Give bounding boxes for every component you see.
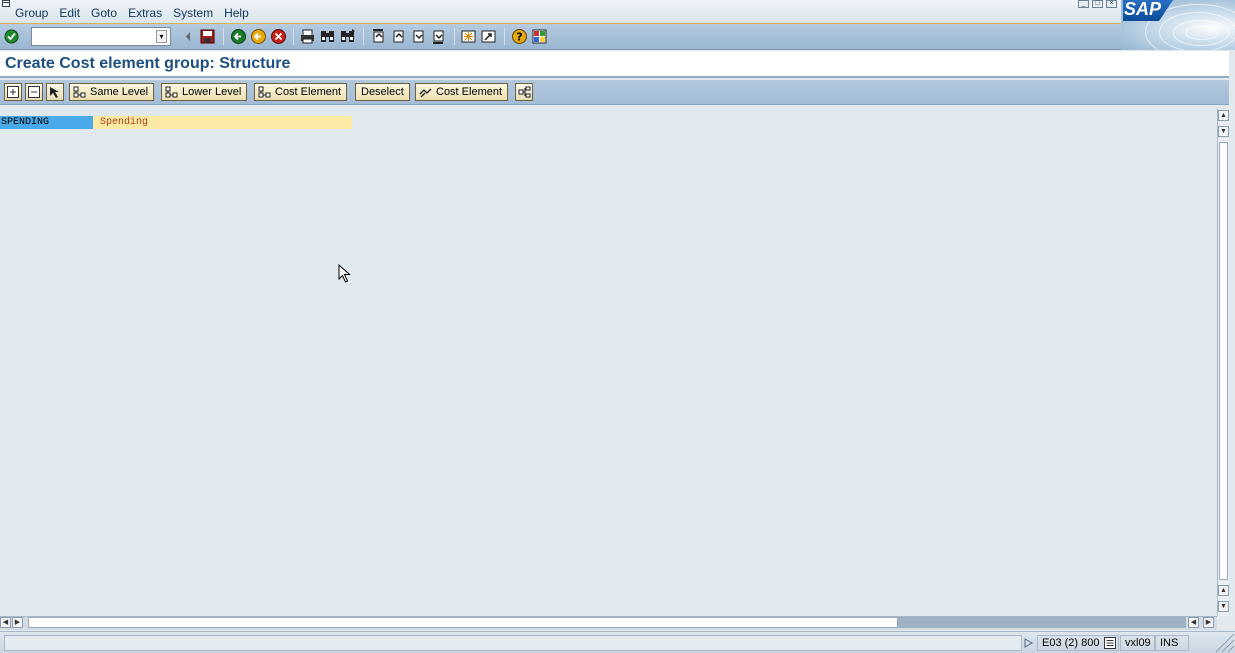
save-icon[interactable] [199,28,216,45]
scroll-down-icon[interactable]: ▼ [1218,601,1229,612]
menu-system[interactable]: System [173,6,213,20]
print-icon[interactable] [299,28,316,45]
help-icon[interactable]: ? [511,28,528,45]
menu-extras[interactable]: Extras [128,6,162,20]
page-title: Create Cost element group: Structure [5,55,291,72]
status-expand-icon[interactable] [1024,638,1033,648]
application-toolbar: Same Level Lower Level Cost Element Dese… [0,80,1229,105]
back-arrow-icon[interactable] [180,28,197,45]
status-bar: E03 (2) 800 vxl09 INS [0,631,1235,653]
system-toolbar: ▾ ? [0,24,1121,50]
find-icon[interactable] [319,28,336,45]
cancel-icon[interactable] [270,28,287,45]
scroll-right-icon[interactable]: ▶ [1203,617,1214,628]
customize-layout-icon[interactable] [531,28,548,45]
hierarchy-icon [73,86,86,98]
title-bar: Create Cost element group: Structure [0,51,1229,78]
scroll-page-up-icon[interactable]: ▲ [1218,585,1229,596]
command-history-icon[interactable]: ▾ [156,30,167,43]
svg-text:?: ? [516,31,522,44]
lower-level-button[interactable]: Lower Level [161,83,248,101]
minimize-icon[interactable]: _ [1078,0,1089,8]
first-page-icon[interactable] [370,28,387,45]
expand-subtree-button[interactable] [4,83,22,101]
vertical-scroll-thumb[interactable] [1219,142,1228,580]
scroll-page-left-icon[interactable]: ◀ [1188,617,1199,628]
cost-element-reassign-label: Cost Element [436,86,503,98]
horizontal-scroll-track[interactable] [898,617,1186,628]
toolbar-separator [504,28,505,45]
status-message-area [4,635,1022,651]
toolbar-separator [293,28,294,45]
new-session-icon[interactable] [460,28,477,45]
mouse-cursor-icon [338,264,351,283]
toolbar-separator [363,28,364,45]
menu-list: Group Edit Goto Extras System Help [15,6,260,20]
cost-element-reassign-button[interactable]: Cost Element [415,83,509,101]
scroll-page-right-icon[interactable]: ▶ [12,617,23,628]
select-button[interactable] [46,83,64,101]
hierarchy-icon [165,86,178,98]
menu-goto[interactable]: Goto [91,6,117,20]
hierarchy-icon [258,86,271,98]
last-page-icon[interactable] [430,28,447,45]
same-level-label: Same Level [90,86,149,98]
menu-group[interactable]: Group [15,6,48,20]
structure-icon [518,86,530,98]
structure-button[interactable] [515,83,533,101]
deselect-label: Deselect [361,86,404,98]
system-info-list-icon[interactable] [1104,637,1116,649]
expand-icon [7,86,19,98]
lower-level-label: Lower Level [182,86,242,98]
menu-help[interactable]: Help [224,6,249,20]
collapse-icon [28,86,40,98]
scroll-page-down-icon[interactable]: ▼ [1218,126,1229,137]
toolbar-separator [454,28,455,45]
exit-icon[interactable] [250,28,267,45]
shortcut-icon[interactable] [480,28,497,45]
menu-edit[interactable]: Edit [59,6,80,20]
insert-mode-text: INS [1160,637,1179,649]
sap-logo: SAP [1121,0,1235,50]
deselect-button[interactable]: Deselect [355,83,410,101]
enter-icon[interactable] [4,29,19,44]
collapse-subtree-button[interactable] [25,83,43,101]
horizontal-scroll-thumb[interactable] [28,617,898,628]
server-text: vxl09 [1125,637,1151,649]
tree-node-key[interactable]: SPENDING [0,116,93,129]
close-icon[interactable]: × [1106,0,1117,8]
select-cursor-icon [49,86,59,98]
structure-work-area [0,106,1217,616]
previous-page-icon[interactable] [390,28,407,45]
resize-grip-icon[interactable] [1208,632,1235,653]
server-field: vxl09 [1120,635,1155,651]
next-page-icon[interactable] [410,28,427,45]
system-info-text: E03 (2) 800 [1042,637,1100,649]
window-controls: _ □ × [1078,0,1117,8]
scroll-up-icon[interactable]: ▲ [1218,110,1229,121]
cost-element-label: Cost Element [275,86,342,98]
back-nav-icon[interactable] [230,28,247,45]
tree-node-description[interactable]: Spending [93,116,352,129]
find-next-icon[interactable] [339,28,356,45]
reassign-icon [419,88,432,98]
same-level-button[interactable]: Same Level [69,83,155,101]
toolbar-separator [223,28,224,45]
scroll-left-icon[interactable]: ◀ [0,617,11,628]
menu-bar: Group Edit Goto Extras System Help _ □ × [0,0,1235,24]
cost-element-button[interactable]: Cost Element [254,83,348,101]
window-icon[interactable] [2,0,11,8]
command-field[interactable] [31,27,171,46]
insert-mode-field[interactable]: INS [1155,635,1189,651]
maximize-icon[interactable]: □ [1092,0,1103,8]
